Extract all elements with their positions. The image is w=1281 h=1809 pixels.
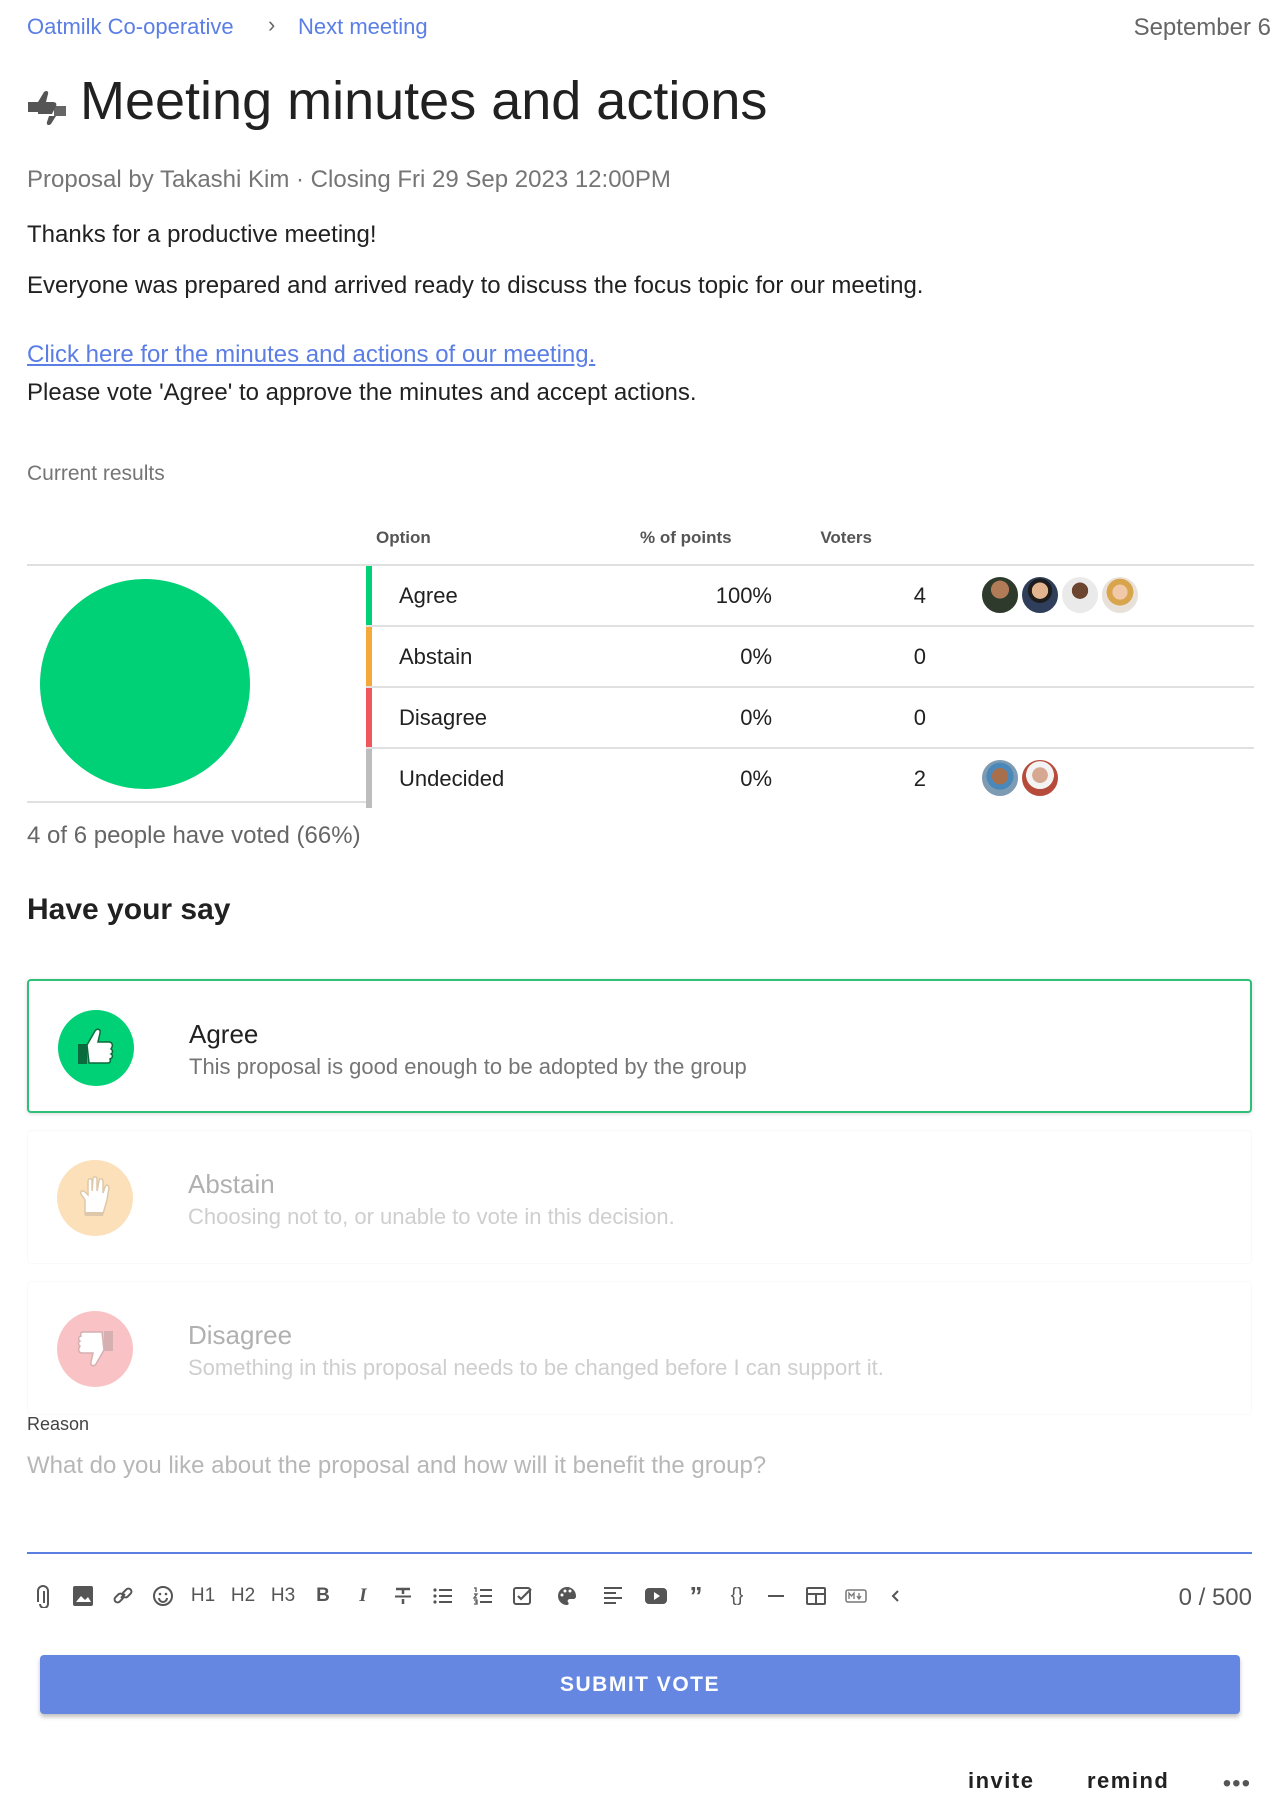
vote-option-name: Agree [189,1019,259,1049]
results-label: Current results [27,462,165,485]
code-button[interactable]: {} [717,1572,757,1620]
proposal-paragraph: Everyone was prepared and arrived ready … [27,272,924,299]
option-color-bar [366,566,372,625]
numbered-list-icon[interactable] [463,1572,503,1620]
option-name: Undecided [399,766,505,791]
avatar[interactable] [1060,575,1100,615]
option-voter-count: 4 [913,583,926,608]
column-header-voters: Voters [820,528,872,547]
header-date: September 6 [1133,14,1271,41]
option-percent: 100% [715,583,772,608]
column-header-points: % of points [640,528,732,547]
vote-option-name: Disagree [188,1320,293,1350]
character-count: 0 / 500 [1178,1584,1252,1611]
invite-button[interactable]: invite [968,1768,1034,1794]
divider-icon[interactable] [756,1572,796,1620]
link-icon[interactable] [103,1572,143,1620]
editor-toolbar: H1 H2 H3 B I ” {} [27,1572,1252,1620]
minutes-link[interactable]: Click here for the minutes and actions o… [27,341,595,369]
vote-option-abstain[interactable]: Abstain Choosing not to, or unable to vo… [27,1130,1252,1264]
option-name: Agree [399,583,458,608]
vote-option-agree[interactable]: Agree This proposal is good enough to be… [27,979,1252,1113]
proposal-paragraph: Thanks for a productive meeting! [27,221,377,248]
submit-vote-button[interactable]: SUBMIT VOTE [40,1655,1240,1714]
heading-2-button[interactable]: H2 [223,1572,263,1620]
image-icon[interactable] [63,1572,103,1620]
strikethrough-icon[interactable] [383,1572,423,1620]
proposal-meta: Proposal by Takashi Kim · Closing Fri 29… [27,166,671,193]
paperclip-icon[interactable] [24,1572,64,1620]
vote-option-description: This proposal is good enough to be adopt… [189,1054,747,1079]
vote-option-description: Something in this proposal needs to be c… [188,1355,884,1380]
emoji-icon[interactable] [143,1572,183,1620]
vote-option-description: Choosing not to, or unable to vote in th… [188,1204,675,1229]
column-header-option: Option [376,528,431,547]
option-voter-count: 0 [913,644,926,669]
breadcrumb-page-link[interactable]: Next meeting [298,14,428,40]
thumbs-down-icon [57,1311,133,1387]
heading-1-button[interactable]: H1 [183,1572,223,1620]
more-options-icon[interactable]: ••• [1223,1770,1251,1798]
table-row: Disagree 0% 0 [366,688,1254,749]
option-percent: 0% [740,644,772,669]
avatar[interactable] [980,575,1020,615]
table-row: Undecided 0% 2 [366,749,1254,808]
vote-option-name: Abstain [188,1169,275,1199]
option-name: Disagree [399,705,488,730]
table-icon[interactable] [796,1572,836,1620]
heading-3-button[interactable]: H3 [263,1572,303,1620]
option-color-bar [366,749,372,808]
proposal-call-to-action: Please vote 'Agree' to approve the minut… [27,379,697,406]
bold-button[interactable]: B [303,1572,343,1620]
bullet-list-icon[interactable] [423,1572,463,1620]
task-list-icon[interactable] [503,1572,543,1620]
option-voter-count: 2 [913,766,926,791]
quote-icon[interactable]: ” [676,1572,716,1620]
voted-summary: 4 of 6 people have voted (66%) [27,822,361,849]
remind-button[interactable]: remind [1087,1768,1169,1794]
reason-label: Reason [27,1414,90,1434]
vote-heading: Have your say [27,893,231,926]
option-voter-count: 0 [913,705,926,730]
option-name: Abstain [399,644,473,669]
avatar[interactable] [980,758,1020,798]
option-percent: 0% [740,705,772,730]
reason-input[interactable] [27,1452,1252,1554]
palette-icon[interactable] [547,1572,587,1620]
results-pie-chart [40,579,250,789]
results-pie-area [27,566,366,803]
avatar[interactable] [1100,575,1140,615]
italic-button[interactable]: I [343,1572,383,1620]
avatar[interactable] [1020,758,1060,798]
hand-icon [57,1160,133,1236]
video-icon[interactable] [636,1572,676,1620]
table-row: Agree 100% 4 [366,566,1254,627]
vote-option-disagree[interactable]: Disagree Something in this proposal need… [27,1281,1252,1415]
proposal-icon [26,88,68,126]
thumbs-up-icon [58,1010,134,1086]
option-percent: 0% [740,766,772,791]
table-row: Abstain 0% 0 [366,627,1254,688]
option-color-bar [366,688,372,747]
breadcrumb-group-link[interactable]: Oatmilk Co-operative [27,14,234,40]
breadcrumb-chevron-icon: › [268,12,276,37]
pie-slice-agree [40,579,250,789]
avatar[interactable] [1020,575,1060,615]
option-color-bar [366,627,372,686]
align-icon[interactable] [593,1572,633,1620]
proposal-title: Meeting minutes and actions [80,71,768,131]
markdown-icon[interactable] [836,1572,876,1620]
collapse-icon[interactable] [876,1572,916,1620]
